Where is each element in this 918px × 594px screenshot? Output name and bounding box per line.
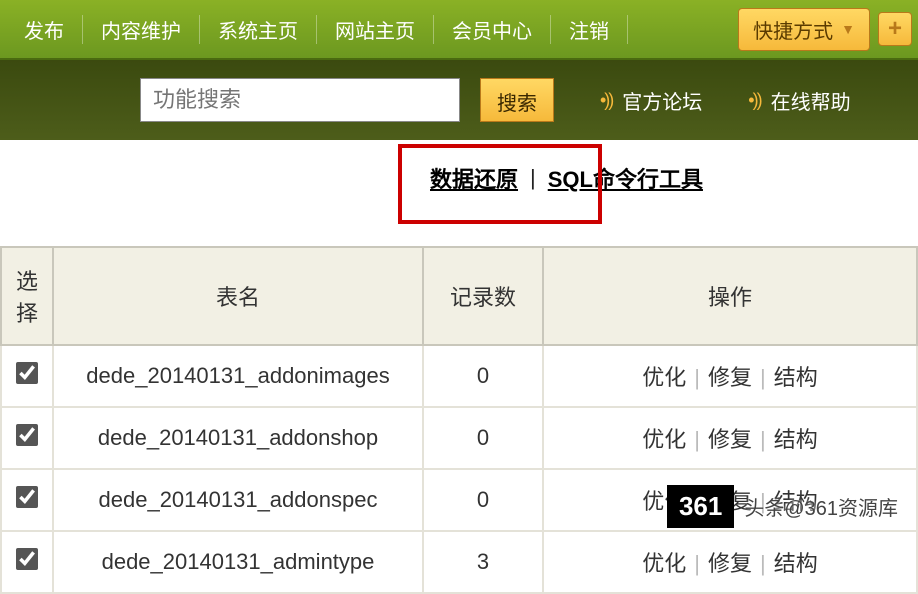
th-ops: 操作 bbox=[543, 247, 917, 345]
link-data-restore[interactable]: 数据还原 bbox=[430, 162, 518, 194]
cell-name: dede_20140131_addonimages bbox=[53, 345, 423, 407]
link-help-label: 在线帮助 bbox=[771, 86, 851, 115]
row-checkbox[interactable] bbox=[16, 424, 38, 446]
nav-content[interactable]: 内容维护 bbox=[83, 15, 200, 44]
separator: | bbox=[760, 489, 766, 514]
search-bar: 搜索 •)) 官方论坛 •)) 在线帮助 bbox=[0, 60, 918, 140]
separator: | bbox=[694, 489, 700, 514]
cell-name: dede_20140131_addonshop bbox=[53, 407, 423, 469]
cell-name: dede_20140131_addonspec bbox=[53, 469, 423, 531]
link-forum[interactable]: •)) 官方论坛 bbox=[600, 86, 702, 115]
cell-count: 0 bbox=[423, 407, 543, 469]
nav-publish[interactable]: 发布 bbox=[6, 15, 83, 44]
table-row: dede_20140131_admintype3 优化 | 修复 | 结构 bbox=[1, 531, 917, 593]
separator: | bbox=[760, 551, 766, 576]
th-name: 表名 bbox=[53, 247, 423, 345]
search-input[interactable] bbox=[140, 78, 460, 122]
row-checkbox[interactable] bbox=[16, 362, 38, 384]
sound-icon: •)) bbox=[600, 90, 612, 111]
cell-ops: 优化 | 修复 | 结构 bbox=[543, 531, 917, 593]
op-repair[interactable]: 修复 bbox=[708, 489, 752, 514]
op-repair[interactable]: 修复 bbox=[708, 427, 752, 452]
chevron-down-icon: ▼ bbox=[841, 21, 855, 37]
quick-menu-label: 快捷方式 bbox=[753, 15, 833, 44]
table-row: dede_20140131_addonshop0 优化 | 修复 | 结构 bbox=[1, 407, 917, 469]
th-count: 记录数 bbox=[423, 247, 543, 345]
row-checkbox[interactable] bbox=[16, 548, 38, 570]
separator: | bbox=[694, 427, 700, 452]
link-sql-tool[interactable]: SQL命令行工具 bbox=[548, 162, 703, 194]
separator: | bbox=[530, 165, 536, 191]
quick-menu[interactable]: 快捷方式 ▼ bbox=[738, 8, 870, 51]
cell-ops: 优化 | 修复 | 结构 bbox=[543, 407, 917, 469]
cell-ops: 优化 | 修复 | 结构 bbox=[543, 345, 917, 407]
cell-count: 0 bbox=[423, 345, 543, 407]
op-optimize[interactable]: 优化 bbox=[642, 427, 686, 452]
nav-system[interactable]: 系统主页 bbox=[200, 15, 317, 44]
separator: | bbox=[760, 365, 766, 390]
row-checkbox[interactable] bbox=[16, 486, 38, 508]
nav-member[interactable]: 会员中心 bbox=[434, 15, 551, 44]
op-structure[interactable]: 结构 bbox=[774, 489, 818, 514]
op-optimize[interactable]: 优化 bbox=[642, 489, 686, 514]
sound-icon: •)) bbox=[748, 90, 760, 111]
cell-count: 0 bbox=[423, 469, 543, 531]
nav-logout[interactable]: 注销 bbox=[551, 15, 628, 44]
cell-name: dede_20140131_admintype bbox=[53, 531, 423, 593]
toolbar: 数据还原 | SQL命令行工具 bbox=[0, 140, 918, 216]
table-row: dede_20140131_addonspec0 优化 | 修复 | 结构 bbox=[1, 469, 917, 531]
db-table: 选择 表名 记录数 操作 dede_20140131_addonimages0优… bbox=[0, 246, 918, 594]
nav-site[interactable]: 网站主页 bbox=[317, 15, 434, 44]
op-structure[interactable]: 结构 bbox=[774, 551, 818, 576]
op-optimize[interactable]: 优化 bbox=[642, 365, 686, 390]
op-repair[interactable]: 修复 bbox=[708, 551, 752, 576]
search-button[interactable]: 搜索 bbox=[480, 78, 554, 122]
link-help[interactable]: •)) 在线帮助 bbox=[748, 86, 850, 115]
th-select: 选择 bbox=[1, 247, 53, 345]
top-nav: 发布 内容维护 系统主页 网站主页 会员中心 注销 快捷方式 ▼ + bbox=[0, 0, 918, 60]
cell-ops: 优化 | 修复 | 结构 bbox=[543, 469, 917, 531]
link-forum-label: 官方论坛 bbox=[622, 86, 702, 115]
op-repair[interactable]: 修复 bbox=[708, 365, 752, 390]
add-button[interactable]: + bbox=[878, 12, 912, 46]
op-optimize[interactable]: 优化 bbox=[642, 551, 686, 576]
op-structure[interactable]: 结构 bbox=[774, 427, 818, 452]
table-row: dede_20140131_addonimages0 优化 | 修复 | 结构 bbox=[1, 345, 917, 407]
separator: | bbox=[694, 551, 700, 576]
separator: | bbox=[760, 427, 766, 452]
cell-count: 3 bbox=[423, 531, 543, 593]
op-structure[interactable]: 结构 bbox=[774, 365, 818, 390]
separator: | bbox=[694, 365, 700, 390]
